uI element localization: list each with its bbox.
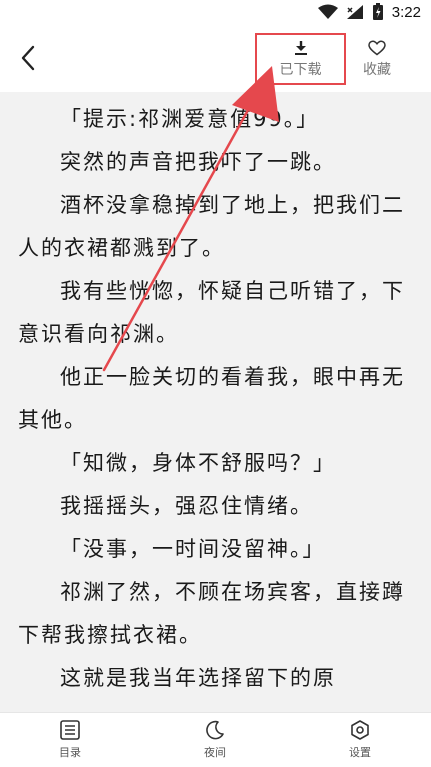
status-icons: 3:22 [317, 2, 421, 22]
download-label: 已下载 [279, 61, 322, 78]
nav-catalog-label: 目录 [59, 746, 81, 759]
wifi-icon [317, 4, 338, 19]
paragraph: 他正一脸关切的看着我，眼中再无其他。 [18, 365, 405, 432]
paragraph: 「没事，一时间没留神。」 [60, 537, 326, 561]
heart-icon [368, 39, 386, 55]
paragraph: 这就是我当年选择留下的原 [60, 666, 336, 690]
nav-night-mode[interactable]: 夜间 [180, 719, 250, 765]
paragraph: 祁渊了然，不顾在场宾客，直接蹲下帮我擦拭衣裙。 [18, 580, 405, 647]
paragraph: 突然的声音把我吓了一跳。 [60, 150, 336, 174]
nav-night-label: 夜间 [204, 746, 226, 759]
favorite-label: 收藏 [363, 61, 391, 78]
reader-content[interactable]: 「提示:祁渊爱意值99。」 突然的声音把我吓了一跳。 酒杯没拿稳掉到了地上，把我… [0, 92, 431, 712]
paragraph: 「知微，身体不舒服吗？」 [60, 451, 336, 475]
status-bar: 3:22 [0, 0, 431, 24]
back-icon [21, 45, 35, 71]
settings-icon [351, 720, 369, 740]
list-icon [60, 720, 80, 740]
nav-settings-label: 设置 [349, 746, 371, 759]
download-button[interactable]: 已下载 [255, 33, 346, 85]
battery-icon [372, 3, 383, 20]
paragraph: 我摇摇头，强忍住情绪。 [60, 494, 313, 518]
bottom-nav: 目录 夜间 设置 [0, 712, 431, 767]
paragraph: 酒杯没拿稳掉到了地上，把我们二人的衣裙都溅到了。 [18, 193, 405, 260]
signal-icon [346, 5, 363, 19]
paragraph: 「提示:祁渊爱意值99。」 [60, 107, 320, 131]
status-time: 3:22 [391, 3, 421, 21]
nav-settings[interactable]: 设置 [325, 719, 395, 765]
reader-top-bar: 已下载 收藏 [0, 24, 431, 92]
nav-catalog[interactable]: 目录 [35, 719, 105, 765]
moon-icon [206, 720, 224, 740]
favorite-button[interactable]: 收藏 [354, 33, 400, 85]
download-icon [294, 40, 307, 55]
paragraph: 我有些恍惚，怀疑自己听错了，下意识看向祁渊。 [18, 279, 405, 346]
back-button[interactable] [12, 42, 44, 74]
